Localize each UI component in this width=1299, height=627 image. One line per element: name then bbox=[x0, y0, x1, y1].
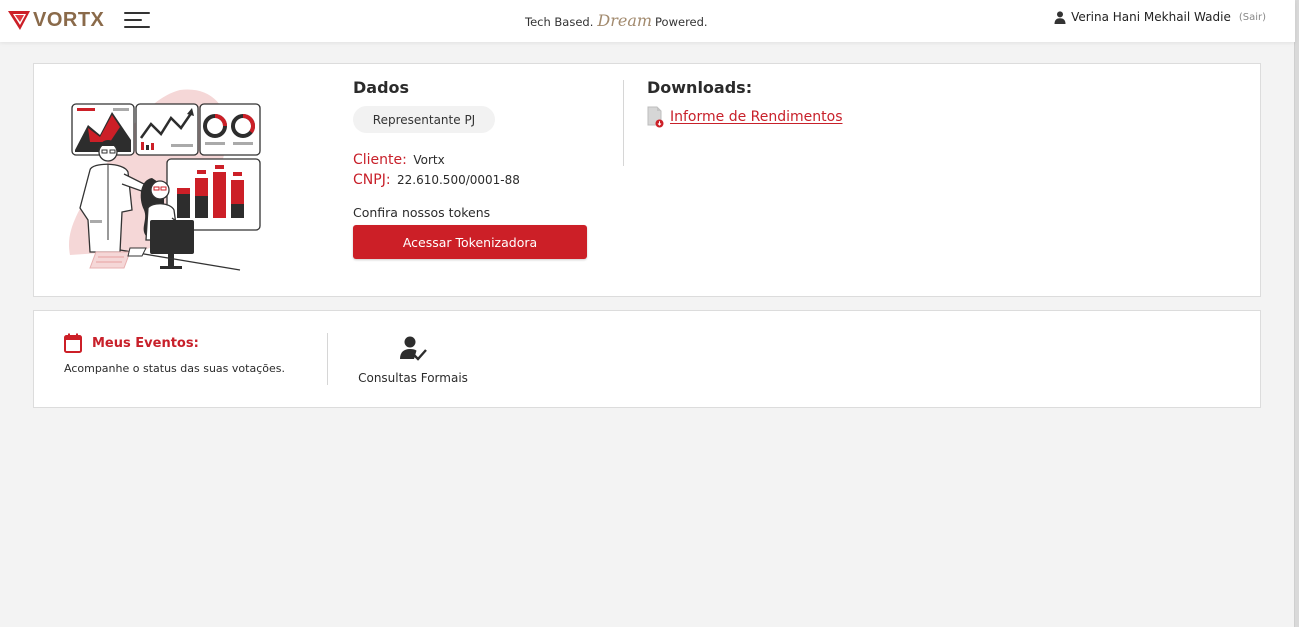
dados-title: Dados bbox=[353, 78, 410, 97]
user-check-icon bbox=[400, 336, 427, 361]
cnpj-label: CNPJ: bbox=[353, 172, 391, 188]
acessar-tokenizadora-button[interactable]: Acessar Tokenizadora bbox=[353, 225, 587, 259]
meus-eventos-title: Meus Eventos: bbox=[92, 335, 199, 351]
scrollbar[interactable] bbox=[1295, 0, 1299, 627]
vortx-logo-icon bbox=[8, 11, 30, 30]
vertical-divider bbox=[327, 333, 328, 385]
eventos-description: Acompanhe o status das suas votações. bbox=[64, 362, 285, 375]
user-info: Verina Hani Mekhail Wadie (Sair) bbox=[1054, 10, 1266, 24]
user-icon bbox=[1054, 10, 1066, 24]
download-link-label: Informe de Rendimentos bbox=[670, 109, 843, 125]
downloads-title: Downloads: bbox=[647, 78, 753, 97]
cnpj-row: CNPJ: 22.610.500/0001-88 bbox=[353, 172, 520, 188]
hamburger-menu-button[interactable] bbox=[124, 11, 150, 29]
user-name: Verina Hani Mekhail Wadie bbox=[1071, 10, 1231, 24]
cnpj-value: 22.610.500/0001-88 bbox=[397, 173, 520, 187]
cliente-row: Cliente: Vortx bbox=[353, 152, 445, 168]
consultas-formais-button[interactable]: Consultas Formais bbox=[357, 335, 469, 385]
analytics-illustration bbox=[69, 89, 261, 271]
informe-rendimentos-link[interactable]: Informe de Rendimentos bbox=[647, 106, 843, 128]
eventos-card: Meus Eventos: Acompanhe o status das sua… bbox=[33, 310, 1261, 408]
top-header: VORTX Tech Based. Dream Powered. Verina … bbox=[0, 0, 1295, 42]
tagline-after: Powered. bbox=[655, 15, 708, 29]
meus-eventos-link[interactable]: Meus Eventos: bbox=[64, 333, 199, 353]
brand-name: VORTX bbox=[33, 8, 105, 31]
logout-link[interactable]: (Sair) bbox=[1239, 12, 1266, 23]
menu-line-icon bbox=[124, 26, 150, 28]
cliente-label: Cliente: bbox=[353, 152, 407, 168]
menu-line-icon bbox=[124, 12, 150, 14]
menu-line-icon bbox=[124, 19, 142, 21]
vertical-divider bbox=[623, 80, 624, 166]
tagline-before: Tech Based. bbox=[525, 15, 594, 29]
tokens-label: Confira nossos tokens bbox=[353, 205, 491, 220]
document-download-icon bbox=[647, 106, 664, 128]
vortx-logo[interactable]: VORTX bbox=[8, 7, 104, 33]
cliente-value: Vortx bbox=[413, 153, 445, 167]
calendar-icon bbox=[64, 333, 82, 353]
dados-card: Dados Representante PJ Cliente: Vortx CN… bbox=[33, 63, 1261, 297]
tagline: Tech Based. Dream Powered. bbox=[525, 11, 708, 30]
tagline-dream: Dream bbox=[597, 11, 653, 30]
profile-type-badge: Representante PJ bbox=[353, 106, 495, 133]
consultas-formais-label: Consultas Formais bbox=[358, 371, 468, 385]
